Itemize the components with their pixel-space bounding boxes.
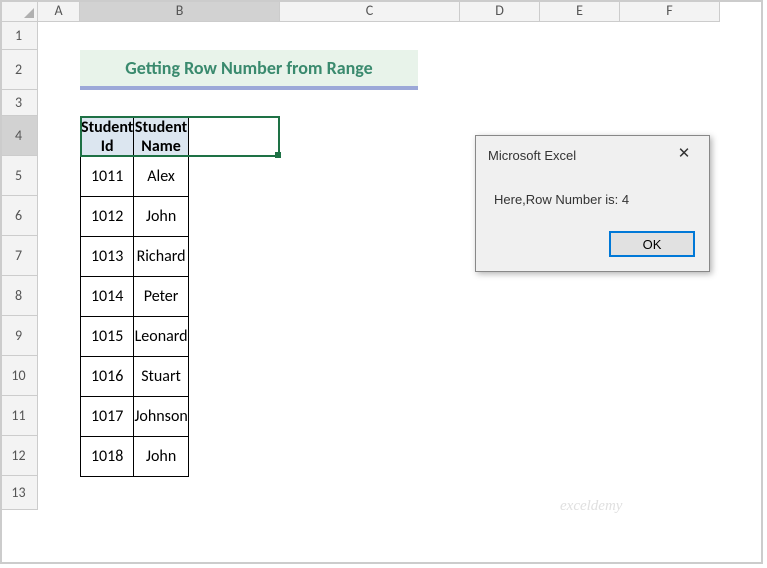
cell-name[interactable]: Stuart bbox=[134, 357, 188, 397]
col-header-B[interactable]: B bbox=[80, 0, 280, 22]
cell-name[interactable]: John bbox=[134, 197, 188, 237]
cell-id[interactable]: 1017 bbox=[81, 397, 134, 437]
column-headers: A B C D E F bbox=[0, 0, 720, 22]
row-header-11[interactable]: 11 bbox=[0, 396, 38, 436]
dialog-title: Microsoft Excel bbox=[488, 148, 576, 163]
dialog-message: Here,Row Number is: 4 bbox=[476, 170, 709, 225]
col-header-C[interactable]: C bbox=[280, 0, 460, 22]
col-header-F[interactable]: F bbox=[620, 0, 720, 22]
table-row: 1013 Richard bbox=[81, 237, 189, 277]
row-headers: 1 2 3 4 5 6 7 8 9 10 11 12 13 bbox=[0, 22, 38, 510]
col-header-D[interactable]: D bbox=[460, 0, 540, 22]
close-icon[interactable]: ✕ bbox=[669, 144, 699, 166]
row-header-4[interactable]: 4 bbox=[0, 116, 38, 156]
row-header-2[interactable]: 2 bbox=[0, 50, 38, 90]
row-header-8[interactable]: 8 bbox=[0, 276, 38, 316]
table-row: 1015 Leonard bbox=[81, 317, 189, 357]
header-student-name[interactable]: Student Name bbox=[134, 117, 188, 157]
header-student-id[interactable]: Student Id bbox=[81, 117, 134, 157]
row-header-5[interactable]: 5 bbox=[0, 156, 38, 196]
row-header-7[interactable]: 7 bbox=[0, 236, 38, 276]
cell-name[interactable]: Alex bbox=[134, 157, 188, 197]
table-row: 1018 John bbox=[81, 437, 189, 477]
cell-name[interactable]: Peter bbox=[134, 277, 188, 317]
cell-id[interactable]: 1016 bbox=[81, 357, 134, 397]
table-row: 1014 Peter bbox=[81, 277, 189, 317]
table-row: 1011 Alex bbox=[81, 157, 189, 197]
cell-id[interactable]: 1018 bbox=[81, 437, 134, 477]
cell-id[interactable]: 1012 bbox=[81, 197, 134, 237]
cell-name[interactable]: Leonard bbox=[134, 317, 188, 357]
cell-id[interactable]: 1014 bbox=[81, 277, 134, 317]
table-row: 1017 Johnson bbox=[81, 397, 189, 437]
ok-button[interactable]: OK bbox=[609, 231, 695, 257]
table-header-row: Student Id Student Name bbox=[81, 117, 189, 157]
row-header-10[interactable]: 10 bbox=[0, 356, 38, 396]
sheet-title: Getting Row Number from Range bbox=[80, 50, 418, 90]
cell-name[interactable]: John bbox=[134, 437, 188, 477]
cell-name[interactable]: Richard bbox=[134, 237, 188, 277]
row-header-13[interactable]: 13 bbox=[0, 476, 38, 510]
row-header-3[interactable]: 3 bbox=[0, 90, 38, 116]
row-header-9[interactable]: 9 bbox=[0, 316, 38, 356]
cell-id[interactable]: 1015 bbox=[81, 317, 134, 357]
dialog-header: Microsoft Excel ✕ bbox=[476, 136, 709, 170]
messagebox-dialog: Microsoft Excel ✕ Here,Row Number is: 4 … bbox=[475, 135, 710, 272]
cell-name[interactable]: Johnson bbox=[134, 397, 188, 437]
table-row: 1012 John bbox=[81, 197, 189, 237]
row-header-1[interactable]: 1 bbox=[0, 22, 38, 50]
student-table: Student Id Student Name 1011 Alex 1012 J… bbox=[80, 116, 189, 477]
select-all-corner[interactable] bbox=[0, 0, 38, 22]
col-header-E[interactable]: E bbox=[540, 0, 620, 22]
table-row: 1016 Stuart bbox=[81, 357, 189, 397]
dialog-footer: OK bbox=[476, 225, 709, 271]
watermark: exceldemy bbox=[560, 498, 622, 515]
spreadsheet-grid: A B C D E F 1 2 3 4 5 6 7 8 9 10 11 12 1… bbox=[0, 0, 767, 568]
col-header-A[interactable]: A bbox=[38, 0, 80, 22]
row-header-6[interactable]: 6 bbox=[0, 196, 38, 236]
row-header-12[interactable]: 12 bbox=[0, 436, 38, 476]
cell-id[interactable]: 1011 bbox=[81, 157, 134, 197]
cell-id[interactable]: 1013 bbox=[81, 237, 134, 277]
